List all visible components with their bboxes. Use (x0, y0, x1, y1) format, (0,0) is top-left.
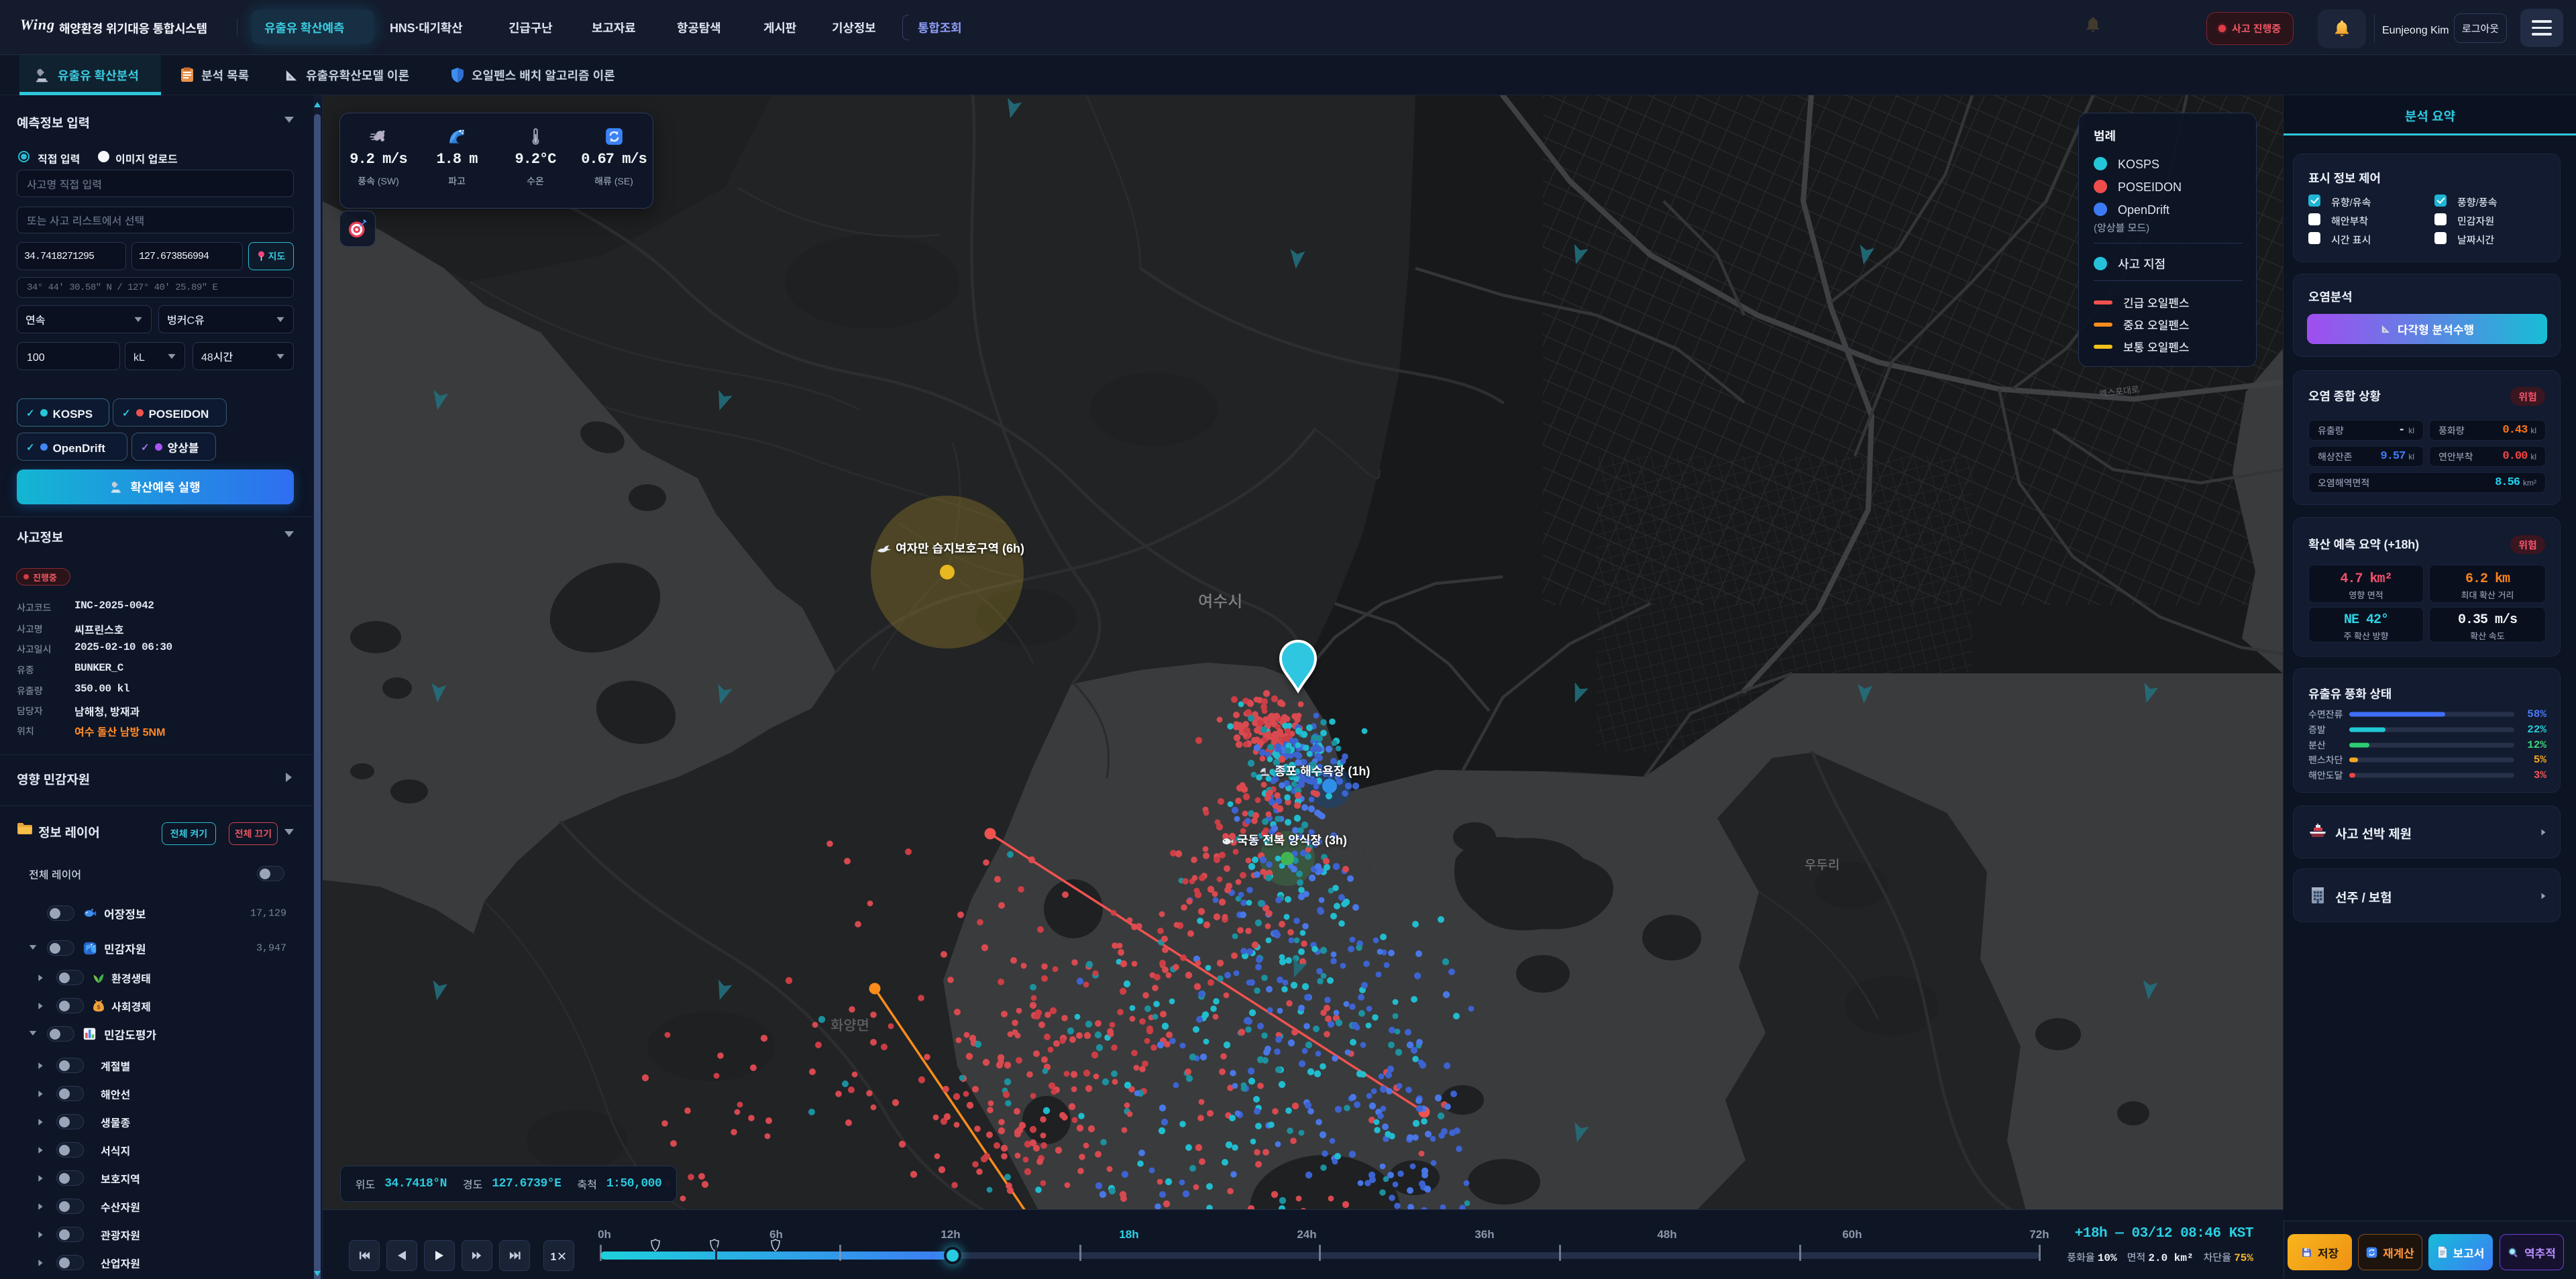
svg-text:화양면: 화양면 (830, 1015, 869, 1035)
svg-text:$: $ (97, 1003, 101, 1010)
svg-text:여수시: 여수시 (1198, 588, 1242, 612)
svg-text:우두리: 우두리 (1805, 855, 1839, 873)
